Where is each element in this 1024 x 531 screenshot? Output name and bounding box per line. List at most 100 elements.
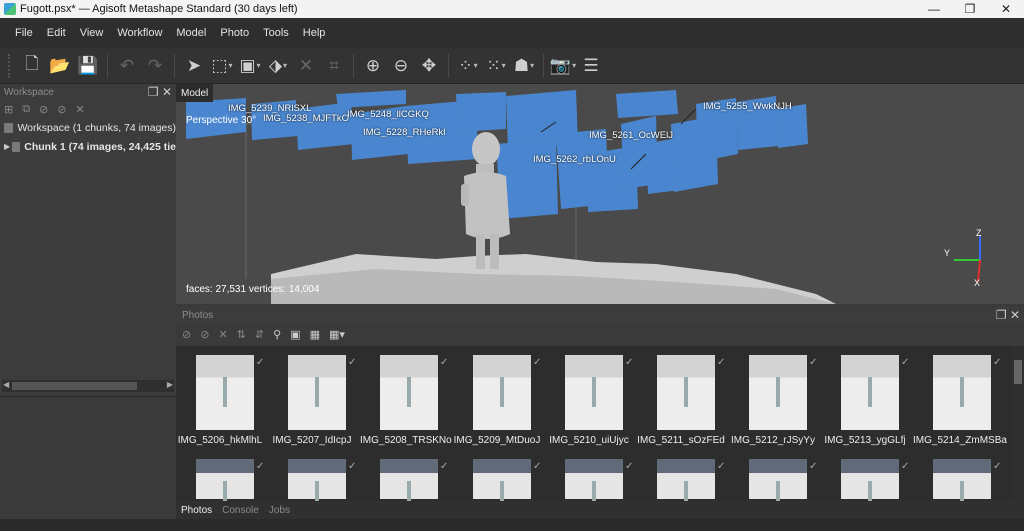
workspace-horizontal-scrollbar[interactable]: ◀ ▶ (2, 380, 174, 392)
camera-label[interactable]: IMG_5255_WwkNJH (703, 101, 792, 112)
workspace-panel-header: Workspace ❐ ✕ (0, 84, 176, 100)
photo-thumbnail[interactable]: ✓ (268, 459, 356, 501)
show-cameras-icon[interactable]: 📷 (549, 52, 577, 80)
zoom-in-icon[interactable]: ⊕ (359, 52, 387, 80)
details-icon[interactable]: ▦ (310, 328, 320, 341)
photo-thumbnail[interactable]: ✓ IMG_5208_TRSKNo (360, 355, 452, 446)
menu-file[interactable]: File (15, 27, 33, 39)
workspace-root-item[interactable]: Workspace (1 chunks, 74 images) (0, 118, 176, 137)
tab-jobs[interactable]: Jobs (264, 505, 295, 516)
photos-vertical-scrollbar[interactable] (1012, 346, 1024, 501)
menu-photo[interactable]: Photo (220, 27, 249, 39)
enable-icon[interactable]: ⊘ (57, 103, 66, 116)
scroll-left-icon[interactable]: ◀ (3, 380, 9, 389)
photo-thumbnail[interactable]: ✓ IMG_5211_sOzFEd (637, 355, 725, 446)
menu-model[interactable]: Model (176, 27, 206, 39)
photo-image (196, 459, 254, 501)
photo-thumbnail[interactable]: ✓ (821, 459, 909, 501)
photo-thumbnail[interactable]: ✓ (453, 459, 541, 501)
rotate-left-icon[interactable]: ⇅ (237, 328, 246, 341)
panel-close-icon[interactable]: ✕ (1010, 308, 1020, 322)
disable-camera-icon[interactable]: ⊘ (182, 328, 191, 341)
remove-camera-icon[interactable]: ✕ (218, 328, 227, 341)
zoom-out-icon[interactable]: ⊖ (387, 52, 415, 80)
photo-thumbnail[interactable]: ✓ (913, 459, 1001, 501)
photo-thumbnail[interactable]: ✓ IMG_5213_ygGLfj (821, 355, 909, 446)
toolbar-separator (543, 53, 544, 78)
photo-thumbnail[interactable]: ✓ (360, 459, 448, 501)
close-button[interactable]: ✕ (988, 0, 1024, 18)
undock-icon[interactable]: ❐ (148, 85, 159, 99)
filter-icon[interactable]: ⚲ (273, 328, 281, 341)
model-shaded-icon[interactable]: ☗ (510, 52, 538, 80)
redo-icon[interactable]: ↷ (141, 52, 169, 80)
panel-close-icon[interactable]: ✕ (162, 85, 172, 99)
navigation-pointer-icon[interactable]: ➤ (180, 52, 208, 80)
remove-icon[interactable]: ✕ (76, 103, 85, 116)
undo-icon[interactable]: ↶ (113, 52, 141, 80)
checkmark-icon: ✓ (256, 461, 265, 472)
menu-edit[interactable]: Edit (47, 27, 66, 39)
menu-help[interactable]: Help (303, 27, 326, 39)
photo-image (473, 355, 531, 430)
camera-label[interactable]: IMG_5238_MJFTkO (263, 113, 349, 124)
point-cloud-icon[interactable]: ⁘ (454, 52, 482, 80)
toolbar-separator (448, 53, 449, 78)
delete-selection-icon[interactable]: ✕ (292, 52, 320, 80)
rotate-right-icon[interactable]: ⇵ (255, 328, 264, 341)
photo-thumbnail[interactable]: ✓ IMG_5207_IdIcpJ (268, 355, 356, 446)
photo-thumbnail[interactable]: ✓ (545, 459, 633, 501)
reset-view-icon[interactable]: ✥ (415, 52, 443, 80)
camera-label[interactable]: IMG_5228_RHeRkl (363, 127, 445, 138)
expand-arrow-icon[interactable]: ▶ (4, 142, 12, 151)
photo-image (657, 459, 715, 501)
menu-tools[interactable]: Tools (263, 27, 289, 39)
show-layers-icon[interactable]: ☰ (577, 52, 605, 80)
camera-label[interactable]: IMG_5261_OcWElJ (589, 130, 673, 141)
camera-label[interactable]: IMG_5248_llCGKQ (347, 109, 429, 120)
photo-thumbnail[interactable]: ✓ IMG_5210_uiUjyc (545, 355, 633, 446)
scroll-thumb[interactable] (12, 382, 137, 390)
photo-thumbnail[interactable]: ✓ (176, 459, 265, 501)
tab-photos[interactable]: Photos (176, 505, 217, 516)
add-chunk-icon[interactable]: ⊞ (4, 103, 13, 116)
enable-camera-icon[interactable]: ⊘ (200, 328, 209, 341)
region-box-icon[interactable]: ▣ (236, 52, 264, 80)
model-tab[interactable]: Model (176, 84, 214, 102)
photo-image (933, 459, 991, 501)
rotate-object-icon[interactable]: ⬗ (264, 52, 292, 80)
dense-cloud-icon[interactable]: ⁙ (482, 52, 510, 80)
new-document-icon[interactable]: 🗋 (18, 52, 46, 80)
open-folder-icon[interactable]: 📂 (46, 52, 74, 80)
undock-icon[interactable]: ❐ (996, 308, 1007, 322)
photo-thumbnail[interactable]: ✓ IMG_5206_hkMlhL (176, 355, 264, 446)
checkmark-icon: ✓ (348, 357, 357, 368)
minimize-button[interactable]: — (916, 0, 952, 18)
rectangle-selection-icon[interactable]: ⬚ (208, 52, 236, 80)
thumbnail-size-icon[interactable]: ▦▾ (329, 328, 345, 341)
chunk-item[interactable]: ▶ Chunk 1 (74 images, 24,425 tie (0, 137, 176, 156)
add-photos-icon[interactable]: ⧉ (22, 103, 30, 116)
scroll-right-icon[interactable]: ▶ (167, 380, 173, 389)
photo-thumbnail[interactable]: ✓ (637, 459, 725, 501)
photo-thumbnail[interactable]: ✓ IMG_5214_ZmMSBa (913, 355, 1007, 446)
toolbar-grip[interactable] (8, 53, 12, 78)
photo-thumbnail[interactable]: ✓ (729, 459, 817, 501)
scroll-thumb[interactable] (1014, 360, 1022, 384)
menu-view[interactable]: View (80, 27, 104, 39)
maximize-button[interactable]: ❐ (952, 0, 988, 18)
disable-icon[interactable]: ⊘ (39, 103, 48, 116)
menu-workflow[interactable]: Workflow (117, 27, 162, 39)
workspace-root-label: Workspace (1 chunks, 74 images) (17, 121, 176, 134)
photo-caption: IMG_5206_hkMlhL (177, 435, 263, 446)
photo-thumbnail[interactable]: ✓ IMG_5209_MtDuoJ (453, 355, 541, 446)
photo-thumbnail[interactable]: ✓ IMG_5212_rJSyYy (729, 355, 817, 446)
camera-label[interactable]: IMG_5262_rbLOnU (533, 154, 616, 165)
view-mode-icon[interactable]: ▣ (290, 328, 300, 341)
model-viewport[interactable]: Model Perspective 30° faces: 27,531 vert… (176, 84, 1024, 304)
save-icon[interactable]: 💾 (74, 52, 102, 80)
photos-toolbar: ⊘ ⊘ ✕ ⇅ ⇵ ⚲ ▣ ▦ ▦▾ (176, 324, 1024, 344)
photo-image (288, 459, 346, 501)
tab-console[interactable]: Console (217, 505, 264, 516)
crop-selection-icon[interactable]: ⌗ (320, 52, 348, 80)
